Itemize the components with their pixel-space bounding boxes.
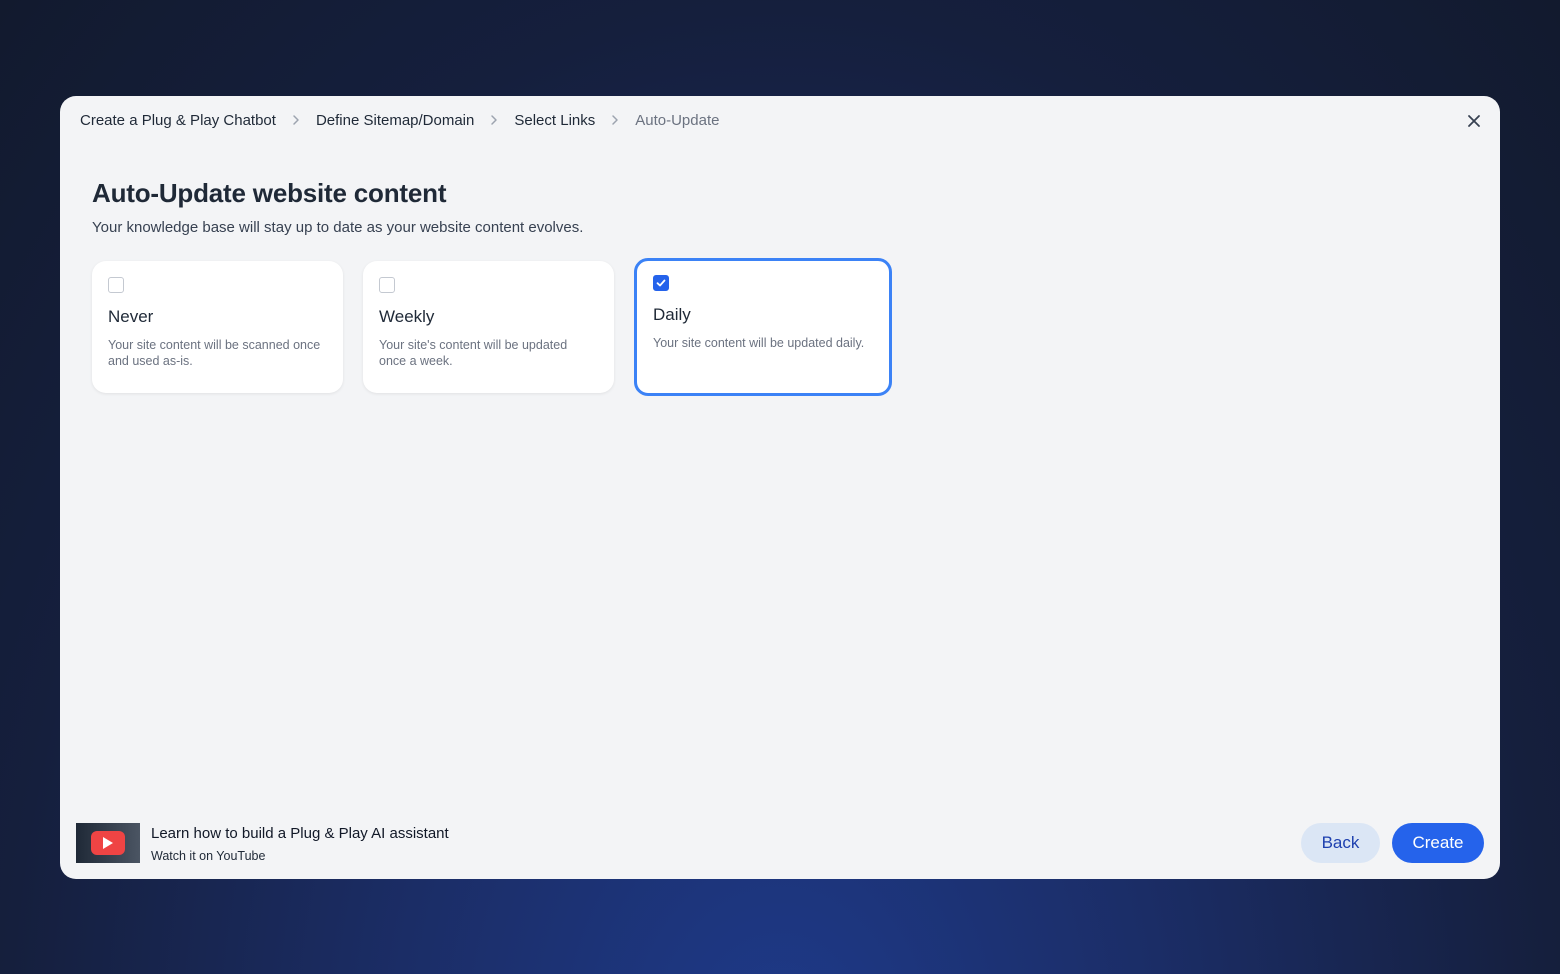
option-description: Your site content will be scanned once a…: [108, 338, 321, 368]
video-subtitle: Watch it on YouTube: [151, 849, 266, 863]
create-button[interactable]: Create: [1392, 823, 1484, 863]
weekly-checkbox[interactable]: [379, 277, 395, 293]
update-frequency-options: Never Your site content will be scanned …: [92, 258, 892, 396]
never-checkbox[interactable]: [108, 277, 124, 293]
chevron-right-icon: [474, 114, 514, 126]
option-card-daily[interactable]: Daily Your site content will be updated …: [634, 258, 892, 396]
breadcrumb-item-auto-update: Auto-Update: [635, 111, 720, 129]
option-card-never[interactable]: Never Your site content will be scanned …: [92, 261, 343, 393]
youtube-play-icon: [91, 831, 125, 855]
checkmark-icon: [656, 279, 666, 287]
option-description: Your site content will be updated daily.: [653, 336, 865, 350]
breadcrumb: Create a Plug & Play Chatbot Define Site…: [80, 110, 719, 130]
video-thumbnail: [76, 823, 140, 863]
option-title: Never: [108, 307, 154, 326]
chevron-right-icon: [276, 114, 316, 126]
close-icon: [1468, 115, 1480, 127]
youtube-tutorial-link[interactable]: Learn how to build a Plug & Play AI assi…: [76, 823, 449, 863]
option-title: Daily: [653, 305, 691, 324]
chevron-right-icon: [595, 114, 635, 126]
video-title: Learn how to build a Plug & Play AI assi…: [151, 825, 449, 842]
option-title: Weekly: [379, 307, 435, 326]
page-subtitle: Your knowledge base will stay up to date…: [92, 219, 584, 236]
breadcrumb-item-define-sitemap[interactable]: Define Sitemap/Domain: [316, 112, 474, 129]
breadcrumb-item-select-links[interactable]: Select Links: [514, 112, 595, 129]
close-button[interactable]: [1462, 109, 1486, 133]
option-description: Your site's content will be updated once…: [379, 338, 568, 368]
back-button[interactable]: Back: [1301, 823, 1380, 863]
page-title: Auto-Update website content: [92, 178, 447, 208]
create-chatbot-modal: Create a Plug & Play Chatbot Define Site…: [60, 96, 1500, 879]
option-card-weekly[interactable]: Weekly Your site's content will be updat…: [363, 261, 614, 393]
daily-checkbox[interactable]: [653, 275, 669, 291]
breadcrumb-item-create-chatbot[interactable]: Create a Plug & Play Chatbot: [80, 112, 276, 129]
